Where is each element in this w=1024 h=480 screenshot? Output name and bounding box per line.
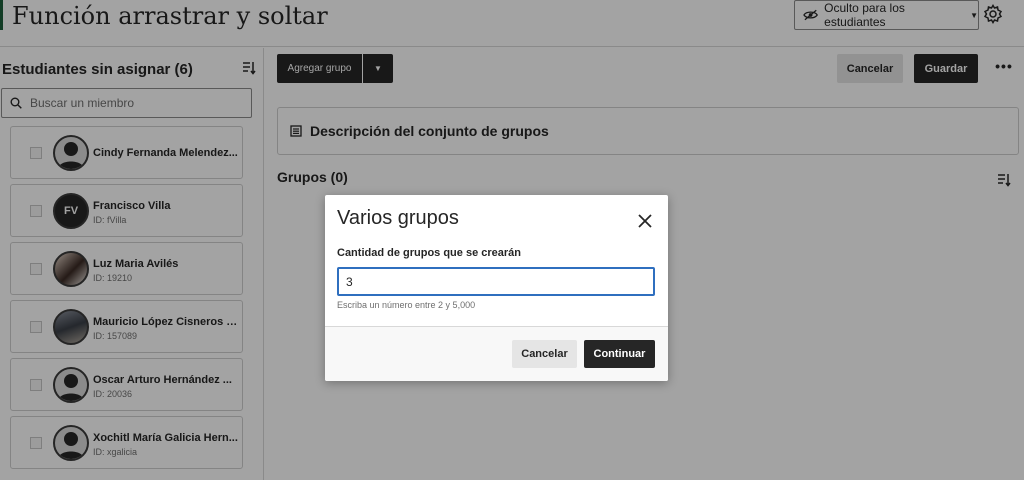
group-count-input[interactable]: [337, 267, 655, 296]
group-count-label: Cantidad de grupos que se crearán: [337, 247, 521, 259]
multiple-groups-dialog: Varios grupos Cantidad de grupos que se …: [325, 195, 668, 381]
dialog-footer: Cancelar Continuar: [325, 326, 668, 381]
group-count-hint: Escriba un número entre 2 y 5,000: [337, 300, 476, 310]
dialog-cancel-button[interactable]: Cancelar: [512, 340, 577, 368]
dialog-title: Varios grupos: [337, 207, 459, 229]
close-icon[interactable]: [635, 211, 655, 231]
dialog-continue-button[interactable]: Continuar: [584, 340, 655, 368]
